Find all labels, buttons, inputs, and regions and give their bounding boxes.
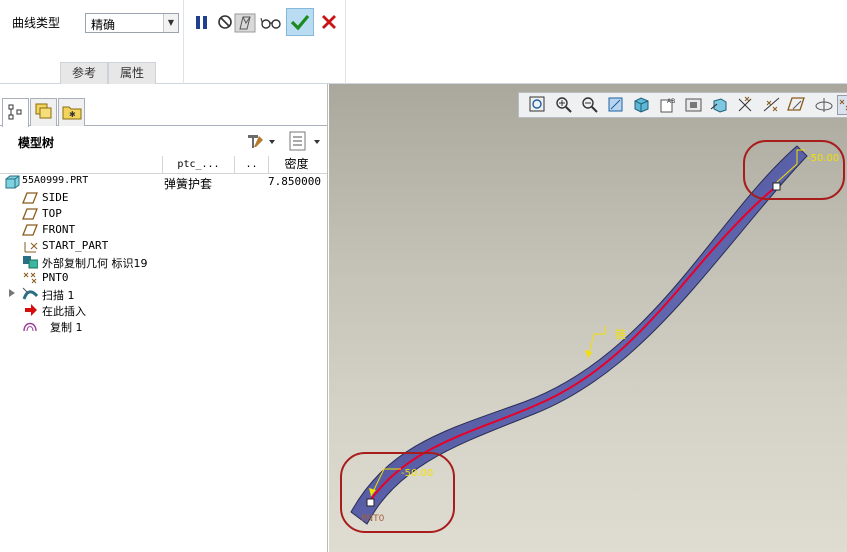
curve-type-section: 曲线类型 精确 ▼ 参考 属性 (0, 0, 184, 84)
no-preview-icon[interactable] (216, 10, 234, 34)
tree-item-label: 在此插入 (42, 305, 86, 318)
layers-icon (35, 103, 52, 119)
model-tree-panel: ✱ 模型树 ptc_... .. 密度 55A0999.PRT 弹簧护套 7.8… (0, 84, 328, 552)
tree-item-label: 外部复制几何 标识19 (42, 257, 148, 270)
tree-column-headers: ptc_... .. 密度 (0, 156, 327, 174)
tree-row-top[interactable]: TOP (0, 206, 328, 222)
density-value: 7.850000 (268, 175, 321, 188)
curve-type-label: 曲线类型 (12, 16, 61, 30)
external-copy-geometry-icon (23, 256, 38, 269)
datum-point-icon (23, 272, 37, 284)
sweep-dashboard: 曲线类型 精确 ▼ 参考 属性 (0, 0, 847, 84)
apply-button[interactable] (286, 8, 314, 36)
verify-mode-glasses-icon[interactable] (260, 10, 282, 34)
chevron-down-icon[interactable]: ▼ (163, 14, 178, 32)
tab-favorites[interactable]: ✱ (58, 98, 85, 126)
end-value-label[interactable]: -50.00 (401, 468, 433, 479)
cancel-x-icon[interactable] (318, 10, 340, 34)
insert-here-arrow-icon (25, 304, 37, 316)
tree-row-side[interactable]: SIDE (0, 190, 328, 206)
tab-references[interactable]: 参考 (60, 62, 108, 84)
tree-row-sweep[interactable]: 扫描 1 (0, 286, 328, 302)
tree-row-insert-here[interactable]: 在此插入 (0, 302, 328, 318)
end-drag-handle[interactable] (366, 498, 375, 507)
model-tree-title: 模型树 (18, 136, 55, 150)
csys-icon (24, 242, 38, 253)
expand-arrow-icon[interactable] (9, 289, 15, 297)
part-icon (5, 175, 20, 189)
sweep-model-view[interactable]: -50.00 链 -50.00 PNT0 (329, 84, 847, 552)
pause-icon[interactable] (192, 10, 212, 34)
tab-model-tree[interactable] (2, 98, 29, 127)
datum-plane-icon (22, 192, 38, 204)
graphics-window[interactable]: AB -50.00 链 -50.00 PNT0 (329, 84, 847, 552)
chain-label: 链 (615, 327, 626, 341)
column-header-ptc[interactable]: ptc_... (162, 156, 234, 174)
tree-row-start-part[interactable]: START_PART (0, 238, 328, 254)
tree-row-part[interactable]: 55A0999.PRT 弹簧护套 7.850000 (0, 174, 328, 191)
show-columns-icon[interactable] (288, 130, 324, 152)
tree-row-copy[interactable]: ✱ 复制 1 (0, 318, 328, 334)
tools-settings-icon[interactable] (245, 131, 277, 151)
tree-item-label: 55A0999.PRT (22, 175, 89, 186)
tab-properties[interactable]: 属性 (108, 62, 156, 84)
tree-row-external-copy[interactable]: 外部复制几何 标识19 (0, 254, 328, 270)
tree-item-label: 复制 1 (50, 321, 83, 334)
copy-surface-icon: ✱ (23, 322, 37, 332)
model-tree-icon (8, 104, 22, 120)
folder-star-icon: ✱ (62, 106, 82, 120)
sweep-icon (22, 287, 38, 300)
tree-row-pnt0[interactable]: PNT0 (0, 270, 328, 286)
datum-plane-icon (22, 224, 38, 236)
tree-item-label: SIDE (42, 191, 69, 204)
chain-arrow-icon (585, 350, 592, 358)
column-header-density[interactable]: 密度 (268, 156, 324, 174)
curve-type-select[interactable]: 精确 ▼ (85, 13, 179, 33)
dashboard-controls (184, 0, 346, 84)
tab-layers[interactable] (30, 98, 57, 126)
svg-text:✱: ✱ (69, 110, 76, 119)
geometry-preview-icon[interactable] (234, 10, 256, 34)
tree-item-label: FRONT (42, 223, 76, 236)
tree-item-label: PNT0 (42, 271, 69, 284)
curve-type-value: 精确 (91, 18, 116, 32)
pnt0-label: PNT0 (361, 514, 385, 524)
start-value-label[interactable]: -50.00 (807, 153, 839, 164)
tree-row-front[interactable]: FRONT (0, 222, 328, 238)
datum-plane-icon (22, 208, 38, 220)
start-drag-handle[interactable] (772, 182, 781, 191)
navigator-tabs: ✱ (0, 98, 327, 127)
tree-item-label: 扫描 1 (42, 289, 75, 302)
checkmark-icon (290, 14, 310, 31)
tree-item-label: START_PART (42, 239, 109, 252)
model-tree-header: 模型树 (0, 126, 327, 156)
column-header-dots[interactable]: .. (234, 156, 268, 174)
tree-item-label: TOP (42, 207, 62, 220)
